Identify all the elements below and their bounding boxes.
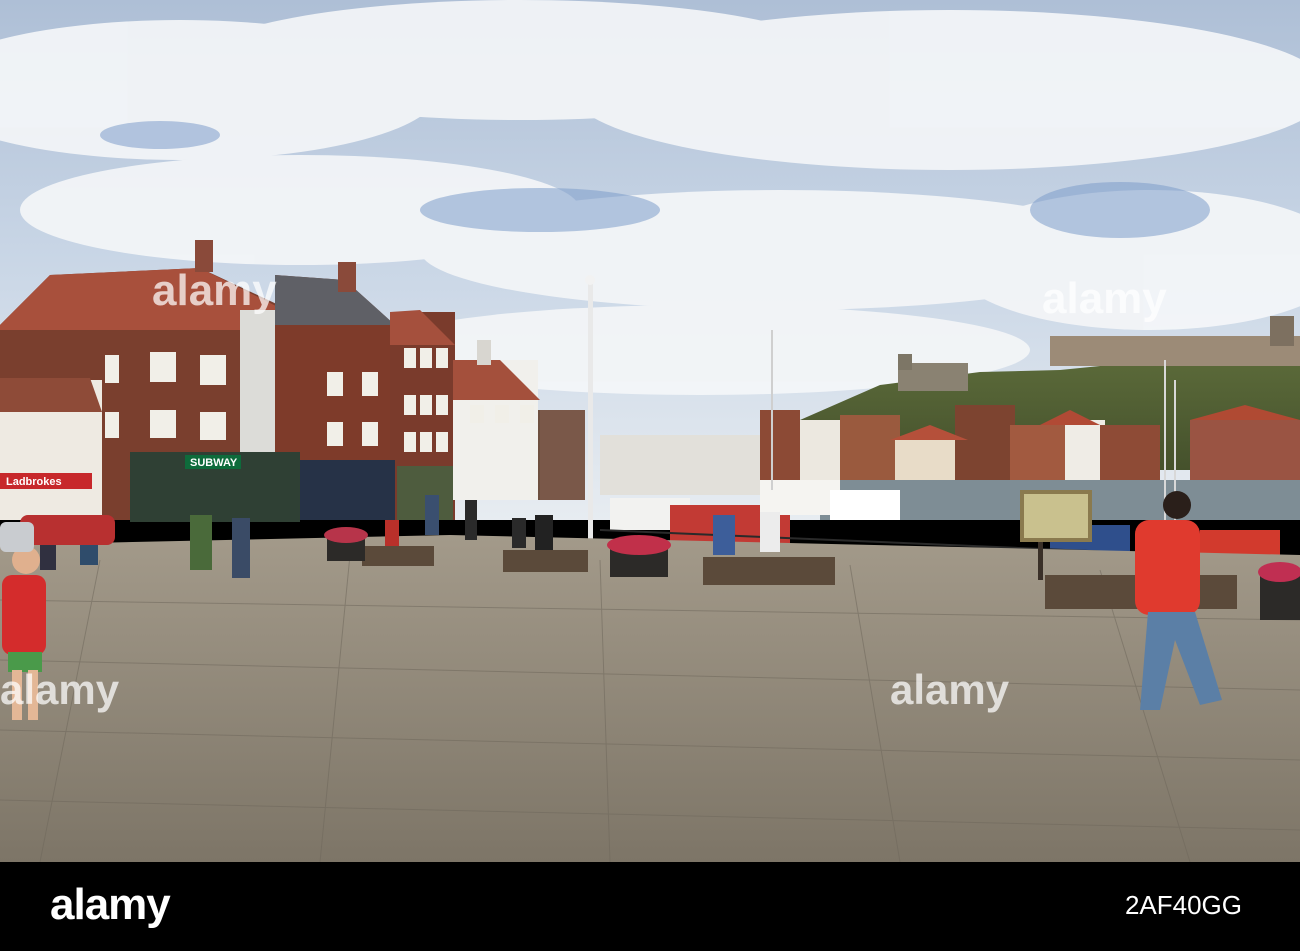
stock-photo-page: Ladbrokes SUBWAY alamy alamy alamy alamy… [0,0,1300,951]
watermark-left-bottom: alamy [0,666,120,713]
watermark-center: alamy [152,266,277,315]
stock-footer: alamy 2AF40GG [0,862,1300,951]
watermark-right-bottom: alamy [890,666,1010,713]
harbour-photo: Ladbrokes SUBWAY alamy alamy alamy alamy [0,0,1300,862]
parked-car [20,515,115,545]
watermark-right: alamy [1042,274,1167,323]
lamp-post [588,282,593,576]
whitby-abbey [1050,336,1300,366]
alamy-logo: alamy [50,880,171,929]
image-id: 2AF40GG [1124,890,1242,920]
ladbrokes-sign-text: Ladbrokes [6,476,62,488]
subway-sign-text: SUBWAY [190,457,238,469]
